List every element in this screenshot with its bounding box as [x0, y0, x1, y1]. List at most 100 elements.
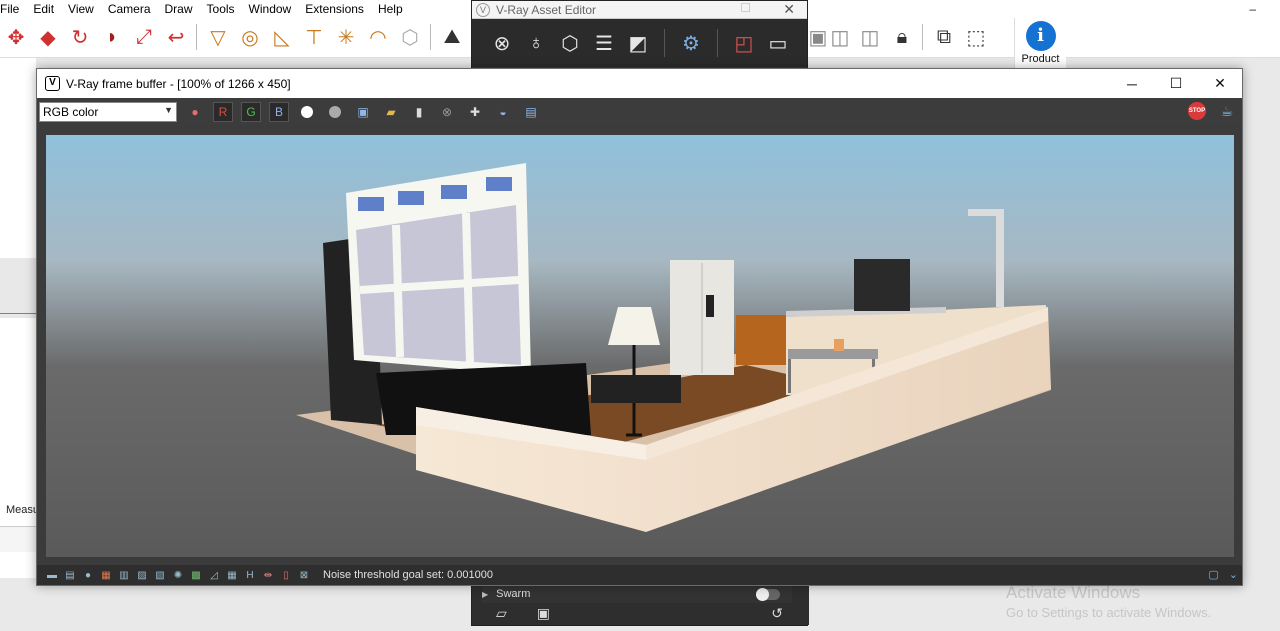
close-icon[interactable]: ✕	[1198, 69, 1242, 98]
render-controls: STOP ☕︎	[1188, 102, 1236, 120]
green-channel-button[interactable]: G	[241, 102, 261, 122]
move-icon[interactable]: ✥	[2, 22, 30, 52]
hsl-icon[interactable]: ✺	[171, 569, 185, 581]
gear-icon[interactable]: ⚙	[679, 31, 703, 55]
menu-draw[interactable]: Draw	[158, 0, 200, 18]
followme-icon[interactable]: ◗	[98, 22, 126, 52]
render-region-icon[interactable]: ◒	[493, 102, 513, 122]
blue-channel-button[interactable]: B	[269, 102, 289, 122]
swarm-toggle[interactable]	[756, 588, 780, 601]
frame-buffer-icon[interactable]: ▭	[766, 31, 790, 55]
close-icon[interactable]: ✕	[783, 1, 795, 18]
info-icon[interactable]: ●	[81, 569, 95, 581]
save-image-icon[interactable]: ▣	[353, 102, 373, 122]
product-label: Product	[1021, 53, 1060, 65]
monochrome-icon[interactable]	[325, 102, 345, 122]
load-image-icon[interactable]: ▰	[381, 102, 401, 122]
reset-icon[interactable]: ↺	[771, 605, 783, 622]
track-mouse-icon[interactable]: ✚	[465, 102, 485, 122]
lock-icon[interactable]: 🔒︎	[888, 22, 916, 52]
menu-camera[interactable]: Camera	[101, 0, 158, 18]
color-channels-icon[interactable]: ●	[185, 102, 205, 122]
window-transom	[358, 197, 384, 211]
layers-icon[interactable]: ☰	[592, 31, 616, 55]
render-interactive-icon[interactable]: ◰	[732, 31, 756, 55]
back-door	[854, 259, 910, 311]
stamp-icon[interactable]: ▯	[279, 569, 293, 581]
protractor-icon[interactable]: ◺	[268, 22, 296, 52]
dining-table	[788, 349, 878, 359]
history-icon[interactable]: ▬	[45, 569, 59, 581]
minimize-icon[interactable]: –	[1249, 2, 1256, 16]
clear-image-icon[interactable]: ▮	[409, 102, 429, 122]
menu-tools[interactable]: Tools	[200, 0, 242, 18]
curves-icon[interactable]: ▨	[135, 569, 149, 581]
menu-edit[interactable]: Edit	[26, 0, 61, 18]
light-icon[interactable]: ♁	[524, 31, 548, 55]
maximize-icon[interactable]: ☐	[740, 1, 751, 15]
sandbox-icon[interactable]: ⛰	[438, 22, 466, 52]
view-right-icon[interactable]: ◫	[856, 22, 884, 52]
product-info-panel[interactable]: i Product	[1014, 18, 1066, 68]
settings-icon[interactable]: ⊗	[490, 31, 514, 55]
components-icon[interactable]: ⬚	[962, 22, 990, 52]
minimize-icon[interactable]: ─	[1110, 69, 1154, 98]
axes-icon[interactable]: ✳	[332, 22, 360, 52]
offset-icon[interactable]: ↩	[162, 22, 190, 52]
vfb-statusbar: ▬ ▤ ● ▦ ▥ ▨ ▧ ✺ ▩ ◿ ▦ H ⇹ ▯ ⊠ Noise thre…	[37, 565, 1242, 585]
pushpull-icon[interactable]: ◆	[34, 22, 62, 52]
expand-arrow-icon[interactable]: ▶	[482, 590, 488, 599]
dimension-icon[interactable]: ◎	[236, 22, 264, 52]
menu-file[interactable]: File	[0, 0, 26, 18]
lut-icon[interactable]: ◿	[207, 569, 221, 581]
lens-effects-icon[interactable]: ▤	[63, 569, 77, 581]
open-folder-icon[interactable]: ▱	[496, 605, 507, 622]
asset-editor-toolbar: ⊗ ♁ ⬡ ☰ ◩ ⚙ ◰ ▭	[472, 19, 807, 67]
compare-icon[interactable]: ▦	[225, 569, 239, 581]
save-icon[interactable]: ▣	[537, 605, 550, 622]
stop-render-button[interactable]: STOP	[1188, 102, 1206, 120]
scale-icon[interactable]: ⤢	[130, 22, 158, 52]
maximize-icon[interactable]: ☐	[1154, 69, 1198, 98]
outliner-icon[interactable]: ⧉	[930, 22, 958, 52]
menu-view[interactable]: View	[61, 0, 101, 18]
toolbar-divider	[664, 29, 665, 57]
pixel-info-icon[interactable]: ⊗	[437, 102, 457, 122]
red-channel-button[interactable]: R	[213, 102, 233, 122]
swarm-row[interactable]: ▶ Swarm	[482, 585, 792, 603]
toolbar-divider	[717, 29, 718, 57]
desktop: File Edit View Camera Draw Tools Window …	[0, 0, 1280, 631]
3d-text-icon[interactable]: ◠	[364, 22, 392, 52]
menu-extensions[interactable]: Extensions	[298, 0, 371, 18]
text-icon[interactable]: ⊤	[300, 22, 328, 52]
ab-compare-icon[interactable]: ⇹	[261, 569, 275, 581]
menu-window[interactable]: Window	[242, 0, 299, 18]
footer-icons: ▱ ▣	[496, 605, 550, 622]
section-plane-icon[interactable]: ⬡	[396, 22, 424, 52]
render-elements-icon[interactable]: ◩	[626, 31, 650, 55]
h-icon[interactable]: H	[243, 569, 257, 581]
info-icon[interactable]: i	[1025, 21, 1056, 51]
chevron-down-icon[interactable]: ⌄	[1229, 568, 1238, 581]
channel-select[interactable]: RGB color ▼	[39, 102, 177, 122]
window-controls: ─ ☐ ✕	[1110, 69, 1242, 98]
teapot-render-icon[interactable]: ☕︎	[1218, 102, 1236, 120]
statusbar-right-controls: ▢ ⌄	[1208, 568, 1238, 581]
render-image[interactable]	[46, 135, 1234, 557]
exposure-icon[interactable]: ▧	[153, 569, 167, 581]
vray-logo-icon: V	[476, 2, 490, 17]
tape-icon[interactable]: ▽	[204, 22, 232, 52]
expand-panel-icon[interactable]: ▢	[1208, 568, 1218, 581]
export-icon[interactable]: ⊠	[297, 569, 311, 581]
green-axis	[0, 313, 36, 314]
menu-help[interactable]: Help	[371, 0, 410, 18]
alpha-white-icon[interactable]	[297, 102, 317, 122]
vfb-title: V-Ray frame buffer - [100% of 1266 x 450…	[66, 76, 291, 91]
dib-icon[interactable]: ▤	[521, 102, 541, 122]
background-icon[interactable]: ▩	[189, 569, 203, 581]
levels-icon[interactable]: ▥	[117, 569, 131, 581]
color-balance-icon[interactable]: ▦	[99, 569, 113, 581]
rotate-icon[interactable]: ↻	[66, 22, 94, 52]
geometry-icon[interactable]: ⬡	[558, 31, 582, 55]
view-front-icon[interactable]: ◫	[826, 22, 854, 52]
